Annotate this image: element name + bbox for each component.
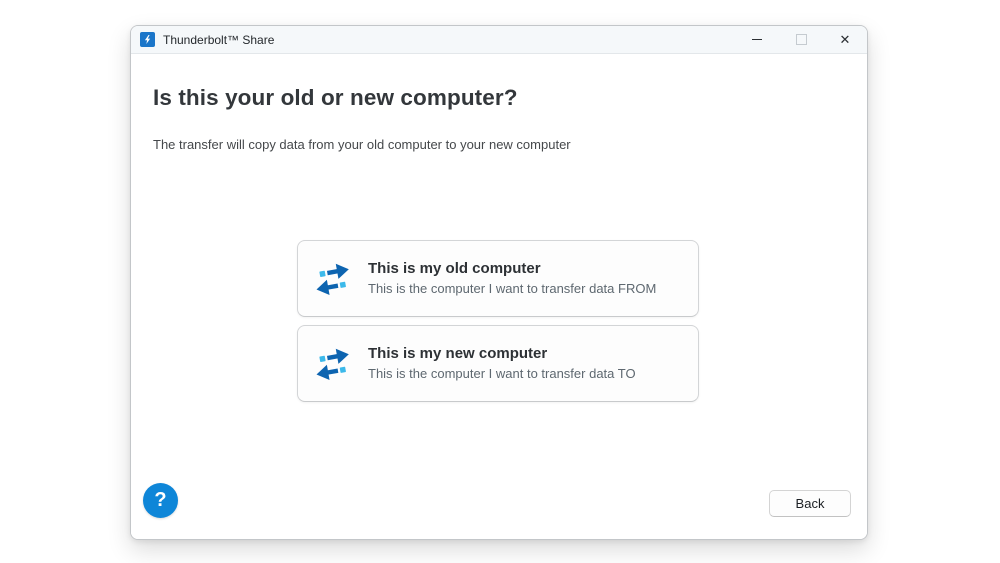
titlebar: Thunderbolt™ Share ✕ <box>131 26 867 54</box>
maximize-icon <box>796 34 807 45</box>
back-button[interactable]: Back <box>769 490 851 517</box>
question-mark-icon: ? <box>154 489 166 512</box>
option-card-list: This is my old computer This is the comp… <box>297 240 699 402</box>
close-icon: ✕ <box>840 33 851 46</box>
minimize-icon <box>752 39 762 40</box>
minimize-button[interactable] <box>735 26 779 53</box>
page-subtitle: The transfer will copy data from your ol… <box>131 111 867 152</box>
option-title: This is my old computer <box>368 260 656 277</box>
page-title: Is this your old or new computer? <box>131 54 867 111</box>
help-button[interactable]: ? <box>143 483 178 518</box>
old-computer-option-card[interactable]: This is my old computer This is the comp… <box>297 240 699 317</box>
app-window: Thunderbolt™ Share ✕ Is this your old or… <box>130 25 868 540</box>
option-text: This is my new computer This is the comp… <box>368 345 636 381</box>
thunderbolt-logo-icon <box>140 32 155 47</box>
content-area: Is this your old or new computer? The tr… <box>131 54 867 540</box>
transfer-arrows-icon <box>311 257 357 301</box>
option-description: This is the computer I want to transfer … <box>368 282 656 297</box>
window-controls: ✕ <box>735 26 867 53</box>
transfer-arrows-icon <box>311 342 357 386</box>
option-text: This is my old computer This is the comp… <box>368 260 656 296</box>
new-computer-option-card[interactable]: This is my new computer This is the comp… <box>297 325 699 402</box>
option-title: This is my new computer <box>368 345 636 362</box>
close-button[interactable]: ✕ <box>823 26 867 53</box>
maximize-button <box>779 26 823 53</box>
window-title: Thunderbolt™ Share <box>163 33 274 47</box>
option-description: This is the computer I want to transfer … <box>368 367 636 382</box>
